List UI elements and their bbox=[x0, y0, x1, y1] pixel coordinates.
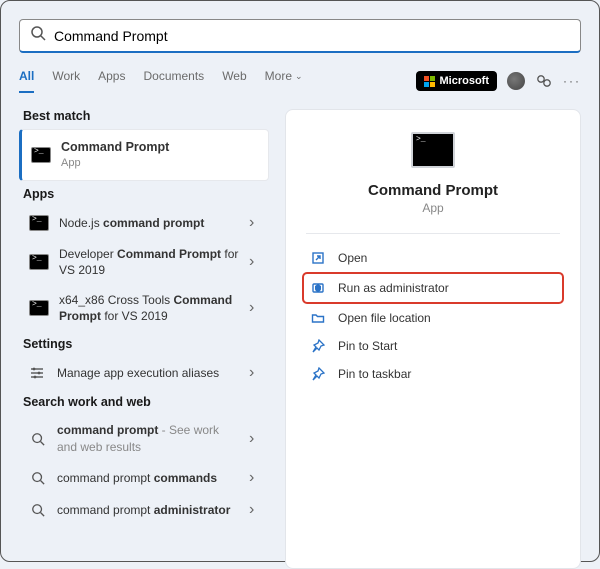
separator bbox=[306, 233, 560, 234]
chevron-right-icon: › bbox=[249, 501, 261, 519]
detail-title: Command Prompt bbox=[306, 182, 560, 199]
chevron-right-icon: › bbox=[249, 430, 261, 448]
search-box[interactable] bbox=[19, 19, 581, 53]
pin-icon bbox=[310, 366, 326, 382]
chevron-right-icon: › bbox=[249, 214, 261, 232]
web-result-commands[interactable]: command prompt commands › bbox=[19, 462, 269, 494]
microsoft-label: Microsoft bbox=[440, 75, 490, 87]
action-label: Run as administrator bbox=[338, 281, 449, 295]
microsoft-account-badge[interactable]: Microsoft bbox=[416, 71, 498, 91]
action-label: Pin to Start bbox=[338, 339, 397, 353]
tab-documents[interactable]: Documents bbox=[143, 69, 204, 93]
web-result-label: command prompt commands bbox=[57, 470, 239, 486]
command-prompt-preview-icon bbox=[411, 132, 455, 168]
more-options-icon[interactable]: ··· bbox=[563, 74, 581, 88]
content-area: Best match Command Prompt App Apps Node.… bbox=[19, 109, 581, 569]
best-match-subtitle: App bbox=[61, 156, 260, 171]
web-result-label: command prompt - See work and web result… bbox=[57, 422, 239, 454]
action-pin-to-start[interactable]: Pin to Start bbox=[306, 332, 560, 360]
settings-result-aliases[interactable]: Manage app execution aliases › bbox=[19, 357, 269, 389]
scope-tabs: All Work Apps Documents Web More ⌄ bbox=[19, 69, 303, 93]
search-icon bbox=[30, 25, 46, 46]
search-input[interactable] bbox=[46, 28, 570, 44]
microsoft-logo-icon bbox=[424, 76, 435, 87]
tab-work[interactable]: Work bbox=[52, 69, 80, 93]
section-search-web: Search work and web bbox=[23, 395, 269, 409]
web-result-main[interactable]: command prompt - See work and web result… bbox=[19, 415, 269, 461]
chevron-right-icon: › bbox=[249, 364, 261, 382]
tab-more[interactable]: More ⌄ bbox=[265, 69, 303, 93]
command-prompt-icon bbox=[29, 254, 49, 270]
action-pin-to-taskbar[interactable]: Pin to taskbar bbox=[306, 360, 560, 388]
app-result-node[interactable]: Node.js command prompt › bbox=[19, 207, 269, 239]
chevron-down-icon: ⌄ bbox=[295, 71, 303, 82]
web-result-administrator[interactable]: command prompt administrator › bbox=[19, 494, 269, 526]
action-run-as-administrator[interactable]: Run as administrator bbox=[304, 274, 562, 302]
action-open-file-location[interactable]: Open file location bbox=[306, 304, 560, 332]
tab-apps[interactable]: Apps bbox=[98, 69, 125, 93]
start-search-window: All Work Apps Documents Web More ⌄ Micro… bbox=[0, 0, 600, 562]
list-settings-icon bbox=[29, 365, 47, 381]
app-result-label: Node.js command prompt bbox=[59, 215, 239, 231]
tab-all[interactable]: All bbox=[19, 69, 34, 93]
action-label: Open bbox=[338, 251, 367, 265]
app-result-label: x64_x86 Cross Tools Command Prompt for V… bbox=[59, 292, 239, 324]
command-prompt-icon bbox=[29, 300, 49, 316]
search-icon bbox=[29, 431, 47, 447]
folder-icon bbox=[310, 310, 326, 326]
section-apps: Apps bbox=[23, 187, 269, 201]
action-label: Pin to taskbar bbox=[338, 367, 411, 381]
search-icon bbox=[29, 470, 47, 486]
section-best-match: Best match bbox=[23, 109, 269, 123]
chevron-right-icon: › bbox=[249, 469, 261, 487]
command-prompt-icon bbox=[31, 147, 51, 163]
avatar[interactable] bbox=[507, 72, 525, 90]
settings-result-label: Manage app execution aliases bbox=[57, 365, 239, 381]
shield-admin-icon bbox=[310, 280, 326, 296]
header-right-controls: Microsoft ··· bbox=[416, 71, 582, 91]
detail-panel: Command Prompt App Open Run as administr… bbox=[285, 109, 581, 569]
search-icon bbox=[29, 502, 47, 518]
app-result-devcmd[interactable]: Developer Command Prompt for VS 2019 › bbox=[19, 239, 269, 285]
action-label: Open file location bbox=[338, 311, 431, 325]
app-result-label: Developer Command Prompt for VS 2019 bbox=[59, 246, 239, 278]
tab-more-label: More bbox=[265, 69, 292, 83]
command-prompt-icon bbox=[29, 215, 49, 231]
web-result-label: command prompt administrator bbox=[57, 502, 239, 518]
open-icon bbox=[310, 250, 326, 266]
scope-tabs-row: All Work Apps Documents Web More ⌄ Micro… bbox=[19, 67, 581, 95]
tab-web[interactable]: Web bbox=[222, 69, 246, 93]
rewards-icon[interactable] bbox=[535, 73, 553, 89]
section-settings: Settings bbox=[23, 337, 269, 351]
pin-icon bbox=[310, 338, 326, 354]
chevron-right-icon: › bbox=[249, 253, 261, 271]
detail-type: App bbox=[306, 201, 560, 215]
best-match-result[interactable]: Command Prompt App bbox=[19, 129, 269, 181]
app-result-crosstools[interactable]: x64_x86 Cross Tools Command Prompt for V… bbox=[19, 285, 269, 331]
chevron-right-icon: › bbox=[249, 299, 261, 317]
results-column: Best match Command Prompt App Apps Node.… bbox=[19, 109, 269, 569]
best-match-title: Command Prompt bbox=[61, 140, 169, 154]
action-open[interactable]: Open bbox=[306, 244, 560, 272]
